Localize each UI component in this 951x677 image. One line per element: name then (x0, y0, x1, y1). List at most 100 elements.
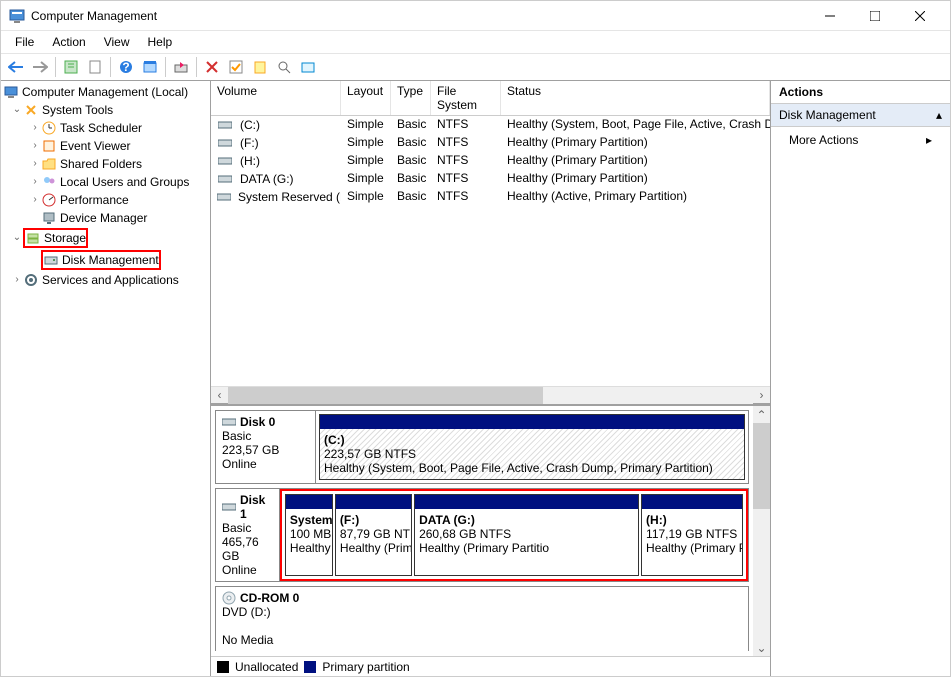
settings-button[interactable] (297, 56, 319, 78)
device-icon (41, 210, 57, 226)
tree-root[interactable]: Computer Management (Local) (1, 83, 210, 101)
back-button[interactable] (5, 56, 27, 78)
tree-root-label: Computer Management (Local) (22, 84, 188, 100)
tree-event-viewer[interactable]: › Event Viewer (1, 137, 210, 155)
delete-button[interactable] (201, 56, 223, 78)
action-more[interactable]: More Actions ▸ (771, 127, 950, 153)
check-button[interactable] (225, 56, 247, 78)
maximize-button[interactable] (852, 2, 897, 30)
actions-header: Actions (771, 81, 950, 104)
volume-row[interactable]: (C:) Simple Basic NTFS Healthy (System, … (211, 116, 770, 134)
disk-info: Disk 0 Basic 223,57 GB Online (216, 411, 316, 483)
tree-local-users[interactable]: › Local Users and Groups (1, 173, 210, 191)
tree-label: System Tools (42, 102, 113, 118)
toolbar-divider (55, 57, 56, 77)
volume-row[interactable]: (H:) Simple Basic NTFS Healthy (Primary … (211, 152, 770, 170)
menu-view[interactable]: View (96, 33, 138, 51)
menu-file[interactable]: File (7, 33, 42, 51)
tree-shared-folders[interactable]: › Shared Folders (1, 155, 210, 173)
tree-system-tools[interactable]: ⌄ System Tools (1, 101, 210, 119)
col-status[interactable]: Status (501, 81, 770, 115)
actions-group[interactable]: Disk Management ▴ (771, 104, 950, 127)
partition-header (286, 495, 332, 509)
minimize-button[interactable] (807, 2, 852, 30)
drive-icon (217, 153, 233, 169)
col-filesystem[interactable]: File System (431, 81, 501, 115)
new-button[interactable] (249, 56, 271, 78)
partition[interactable]: System100 MBHealthy (285, 494, 333, 576)
tree-performance[interactable]: › Performance (1, 191, 210, 209)
clock-icon (41, 120, 57, 136)
tree-label: Storage (44, 230, 86, 246)
partition[interactable]: (F:)87,79 GB NTFSHealthy (Primary Partit (335, 494, 412, 576)
actions-pane: Actions Disk Management ▴ More Actions ▸ (770, 81, 950, 676)
scroll-left-icon[interactable]: ‹ (211, 387, 228, 404)
refresh-button[interactable] (170, 56, 192, 78)
menu-action[interactable]: Action (44, 33, 93, 51)
collapse-icon: ▴ (936, 108, 942, 122)
partition-header (415, 495, 638, 509)
expander-icon[interactable]: › (11, 272, 23, 288)
horizontal-scrollbar[interactable]: ‹ › (211, 386, 770, 403)
scroll-thumb[interactable] (753, 423, 770, 509)
properties-button[interactable] (84, 56, 106, 78)
vertical-scrollbar[interactable]: ⌃ ⌄ (753, 406, 770, 656)
tree-services[interactable]: › Services and Applications (1, 271, 210, 289)
disk-row[interactable]: CD-ROM 0 DVD (D:) No Media (215, 586, 749, 651)
scroll-right-icon[interactable]: › (753, 387, 770, 404)
expander-icon[interactable]: ⌄ (11, 102, 23, 118)
disk-info: CD-ROM 0 DVD (D:) No Media (216, 587, 316, 651)
menu-help[interactable]: Help (140, 33, 181, 51)
disk-row[interactable]: Disk 0 Basic 223,57 GB Online (C:) 223,5… (215, 410, 749, 484)
tree-storage[interactable]: ⌄ Storage (1, 227, 210, 249)
close-button[interactable] (897, 2, 942, 30)
svg-text:?: ? (122, 60, 129, 74)
show-tree-button[interactable] (60, 56, 82, 78)
view-button[interactable] (139, 56, 161, 78)
partition[interactable]: (H:)117,19 GB NTFSHealthy (Primary Parti… (641, 494, 743, 576)
legend: Unallocated Primary partition (211, 656, 770, 676)
drive-icon (217, 189, 231, 205)
scroll-up-icon[interactable]: ⌃ (753, 406, 770, 423)
scroll-track[interactable] (753, 423, 770, 639)
expander-icon[interactable]: › (29, 174, 41, 190)
action-label: More Actions (789, 133, 858, 147)
disk-icon (222, 502, 236, 512)
col-layout[interactable]: Layout (341, 81, 391, 115)
volume-row[interactable]: (F:) Simple Basic NTFS Healthy (Primary … (211, 134, 770, 152)
cdrom-icon (222, 591, 236, 605)
expander-icon[interactable]: › (29, 138, 41, 154)
tree-label: Shared Folders (60, 156, 142, 172)
disk-icon (43, 252, 59, 268)
partition[interactable]: DATA (G:)260,68 GB NTFSHealthy (Primary … (414, 494, 639, 576)
tree-disk-management[interactable]: Disk Management (1, 249, 210, 271)
app-icon (9, 8, 25, 24)
scroll-down-icon[interactable]: ⌄ (753, 639, 770, 656)
scroll-track[interactable] (228, 387, 753, 404)
toolbar-divider (196, 57, 197, 77)
volume-row[interactable]: System Reserved (E:) Simple Basic NTFS H… (211, 188, 770, 206)
disk-row[interactable]: Disk 1 Basic 465,76 GB Online System100 … (215, 488, 749, 582)
volume-header: Volume Layout Type File System Status (211, 81, 770, 116)
services-icon (23, 272, 39, 288)
volume-row[interactable]: DATA (G:) Simple Basic NTFS Healthy (Pri… (211, 170, 770, 188)
search-button[interactable] (273, 56, 295, 78)
expander-icon[interactable]: ⌄ (11, 230, 23, 246)
partition[interactable]: (C:) 223,57 GB NTFS Healthy (System, Boo… (319, 414, 745, 480)
menu-bar: File Action View Help (1, 31, 950, 53)
tree-label: Task Scheduler (60, 120, 142, 136)
forward-button[interactable] (29, 56, 51, 78)
disk-graphical-pane: Disk 0 Basic 223,57 GB Online (C:) 223,5… (211, 403, 770, 656)
expander-icon[interactable]: › (29, 156, 41, 172)
drive-icon (217, 171, 233, 187)
col-type[interactable]: Type (391, 81, 431, 115)
expander-icon[interactable]: › (29, 120, 41, 136)
help-button[interactable]: ? (115, 56, 137, 78)
drive-icon (217, 117, 233, 133)
col-volume[interactable]: Volume (211, 81, 341, 115)
scroll-thumb[interactable] (228, 387, 543, 404)
users-icon (41, 174, 57, 190)
expander-icon[interactable]: › (29, 192, 41, 208)
tree-task-scheduler[interactable]: › Task Scheduler (1, 119, 210, 137)
tree-device-manager[interactable]: Device Manager (1, 209, 210, 227)
